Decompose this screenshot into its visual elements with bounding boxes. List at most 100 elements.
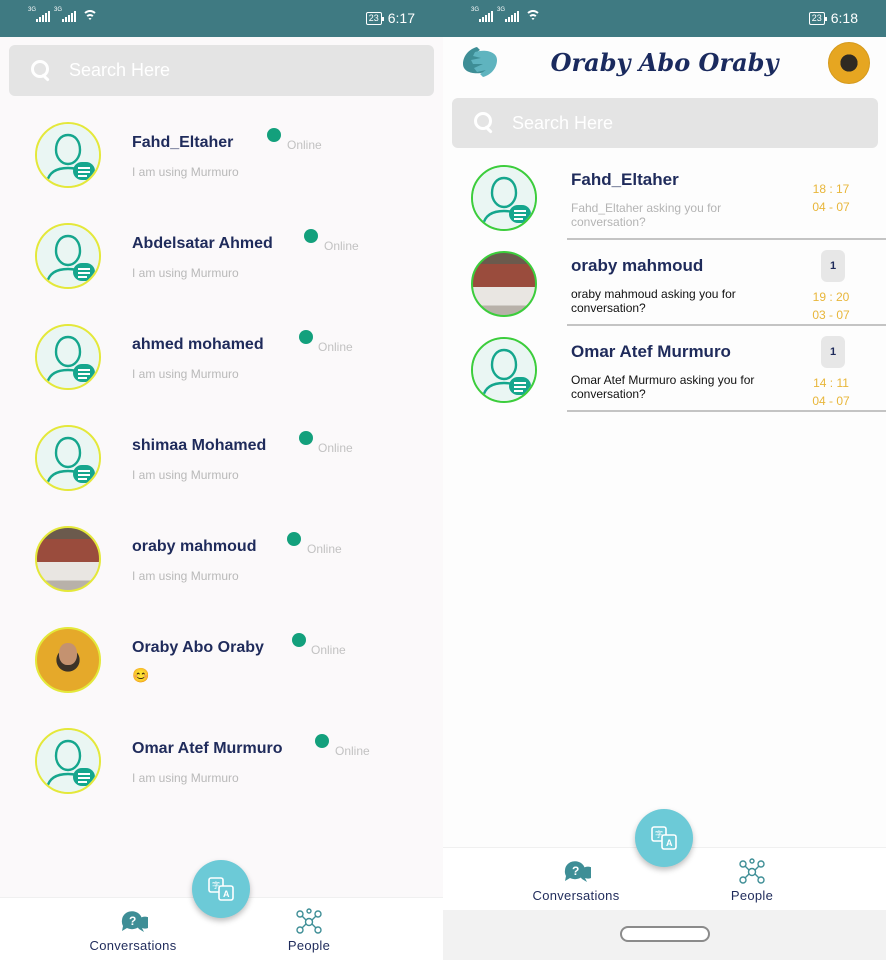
question-chat-icon: ? (88, 908, 178, 938)
svg-text:A: A (223, 889, 230, 899)
conversation-date: 04 - 07 (812, 200, 850, 214)
contact-row[interactable]: Oraby Abo Oraby Online 😊 (0, 609, 443, 710)
presence-label: Online (318, 340, 353, 354)
contact-name: Omar Atef Murmuro (132, 740, 283, 757)
contact-status: I am using Murmuro (132, 367, 239, 381)
conversation-name: oraby mahmoud (571, 256, 704, 275)
contact-avatar-icon (35, 122, 101, 188)
contact-row[interactable]: ahmed mohamed Online I am using Murmuro (0, 306, 443, 407)
conversation-time: 18 : 17 (812, 182, 850, 196)
online-dot (287, 532, 301, 546)
contact-row[interactable]: Fahd_Eltaher Online I am using Murmuro (0, 104, 443, 205)
nav-people[interactable]: People (722, 858, 782, 903)
contact-avatar-icon (35, 425, 101, 491)
svg-text:?: ? (129, 914, 137, 928)
contact-status: I am using Murmuro (132, 569, 239, 583)
translate-fab[interactable]: 字A (192, 860, 250, 918)
wifi-icon (82, 10, 98, 22)
online-dot (299, 330, 313, 344)
contact-status: I am using Murmuro (132, 165, 239, 179)
conversation-name: Omar Atef Murmuro (571, 342, 731, 361)
search-bar[interactable] (9, 45, 434, 96)
conversation-time: 19 : 20 (812, 290, 850, 304)
svg-text:字: 字 (655, 829, 663, 839)
conversation-row[interactable]: Fahd_Eltaher Fahd_Eltaher asking you for… (443, 154, 886, 240)
search-input[interactable] (69, 60, 434, 81)
conversation-message: oraby mahmoud asking you for conversatio… (571, 287, 736, 315)
conversation-row[interactable]: oraby mahmoud oraby mahmoud asking you f… (443, 240, 886, 326)
conversation-message: Fahd_Eltaher asking you for conversation… (571, 201, 722, 229)
battery-icon: 23 (808, 11, 827, 25)
online-dot (292, 633, 306, 647)
cell-signal-icon: 3G (471, 7, 493, 22)
clock: 6:17 (387, 10, 415, 26)
contact-avatar-icon (35, 324, 101, 390)
presence-label: Online (324, 239, 359, 253)
conversation-date: 03 - 07 (812, 308, 850, 322)
presence-label: Online (287, 138, 322, 152)
conversation-row[interactable]: Omar Atef Murmuro Omar Atef Murmuro aski… (443, 326, 886, 412)
app-title: Oraby Abo Oraby (550, 48, 779, 77)
home-gesture-bar[interactable] (620, 926, 710, 942)
status-bar: 3G 3G 23 6:17 (0, 0, 443, 37)
online-dot (267, 128, 281, 142)
online-dot (299, 431, 313, 445)
svg-text:A: A (666, 838, 673, 848)
contact-row[interactable]: oraby mahmoud Online I am using Murmuro (0, 508, 443, 609)
conversation-time: 14 : 11 (813, 376, 849, 390)
conversation-timestamp: 19 : 20 03 - 07 (805, 288, 857, 324)
contact-name: oraby mahmoud (132, 538, 257, 555)
svg-text:?: ? (572, 864, 580, 878)
question-chat-icon: ? (531, 858, 621, 888)
conversation-timestamp: 14 : 11 04 - 07 (805, 374, 857, 410)
cell-signal-icon: 3G (497, 7, 519, 22)
contact-row[interactable]: Omar Atef Murmuro Online I am using Murm… (0, 710, 443, 811)
conversations-screen: 3G 3G 23 6:18 Oraby Abo Oraby Fahd_Eltah… (443, 0, 886, 960)
contact-name: Abdelsatar Ahmed (132, 235, 273, 252)
contact-avatar-icon (471, 165, 537, 231)
search-input[interactable] (512, 112, 878, 134)
contact-avatar-icon (35, 728, 101, 794)
contact-status: I am using Murmuro (132, 771, 239, 785)
contact-row[interactable]: shimaa Mohamed Online I am using Murmuro (0, 407, 443, 508)
clock: 6:18 (830, 10, 858, 26)
presence-label: Online (318, 441, 353, 455)
contact-avatar-icon (35, 223, 101, 289)
contact-name: shimaa Mohamed (132, 437, 267, 454)
translate-icon: 字A (651, 826, 677, 850)
translate-fab[interactable]: 字A (635, 809, 693, 867)
svg-text:字: 字 (212, 880, 220, 890)
people-network-icon (722, 858, 782, 888)
contact-status: 😊 (132, 667, 150, 683)
presence-label: Online (307, 542, 342, 556)
online-dot (304, 229, 318, 243)
online-dot (315, 734, 329, 748)
wifi-icon (525, 10, 541, 22)
conversation-timestamp: 18 : 17 04 - 07 (805, 180, 857, 216)
translate-icon: 字A (208, 877, 234, 901)
unread-badge: 1 (821, 336, 845, 368)
nav-people[interactable]: People (279, 908, 339, 953)
contact-photo (471, 251, 537, 317)
nav-conversations-label: Conversations (89, 938, 177, 953)
contact-name: Fahd_Eltaher (132, 134, 234, 151)
nav-conversations[interactable]: ? Conversations (88, 908, 178, 953)
contact-photo (35, 627, 101, 693)
cell-signal-icon: 3G (28, 7, 50, 22)
contact-name: Oraby Abo Oraby (132, 639, 264, 656)
search-icon (474, 112, 496, 134)
presence-label: Online (335, 744, 370, 758)
contact-status: I am using Murmuro (132, 468, 239, 482)
contact-row[interactable]: Abdelsatar Ahmed Online I am using Murmu… (0, 205, 443, 306)
nav-people-label: People (730, 888, 774, 903)
nav-conversations[interactable]: ? Conversations (531, 858, 621, 903)
search-bar[interactable] (452, 98, 878, 148)
presence-label: Online (311, 643, 346, 657)
conversation-message: Omar Atef Murmuro asking you for convers… (571, 373, 755, 401)
contact-photo (35, 526, 101, 592)
profile-avatar[interactable] (828, 42, 870, 84)
people-network-icon (279, 908, 339, 938)
battery-icon: 23 (365, 11, 384, 25)
conversation-date: 04 - 07 (812, 394, 850, 408)
unread-badge: 1 (821, 250, 845, 282)
